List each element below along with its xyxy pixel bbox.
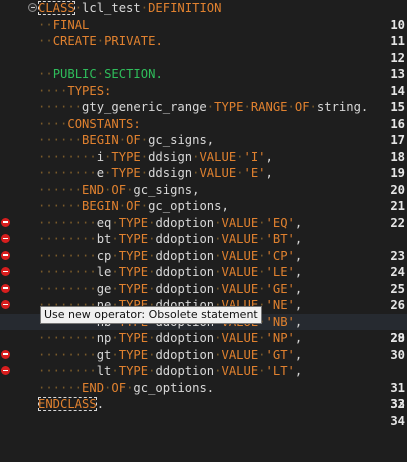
error-marker-icon[interactable] <box>1 283 10 293</box>
code-text: ········le·TYPE·ddoption·VALUE·'LE', <box>38 265 303 279</box>
code-text: ······gty_generic_range·TYPE·RANGE·OF·st… <box>38 100 369 114</box>
code-text: ········np·TYPE·ddoption·VALUE·'NP', <box>38 331 303 345</box>
code-line[interactable]: 21 ······END·OF·gc_signs, <box>0 182 407 214</box>
code-text: ········i·TYPE·ddsign·VALUE·'I', <box>38 149 273 164</box>
code-line[interactable]: 23 ········eq·TYPE·ddoption·VALUE·'EQ', <box>0 215 407 263</box>
code-line[interactable]: 17 ····CONSTANTS: <box>0 116 407 148</box>
code-line[interactable]: 30 ········np·TYPE·ddoption·VALUE·'NP', <box>0 330 407 362</box>
code-text: ········lt·TYPE·ddoption·VALUE·'LT', <box>38 364 303 378</box>
code-line[interactable]: 20 ········e·TYPE·ddsign·VALUE·'E', <box>0 165 407 197</box>
code-text: ······END·OF·gc_signs, <box>38 182 200 197</box>
code-text: ··PUBLIC·SECTION. <box>38 67 163 81</box>
code-text: ········ge·TYPE·ddoption·VALUE·'GE', <box>38 281 303 296</box>
code-line[interactable]: 14 ··PUBLIC·SECTION. <box>0 66 407 98</box>
code-text: ENDCLASS. <box>38 397 105 411</box>
code-text: ··CREATE·PRIVATE. <box>38 34 163 48</box>
code-line[interactable]: 34 ENDCLASS. <box>0 396 407 428</box>
code-line[interactable]: 10 CLASS·lcl_test·DEFINITION <box>0 0 407 32</box>
error-marker-icon[interactable] <box>1 234 10 243</box>
error-marker-icon[interactable] <box>1 267 10 276</box>
code-line[interactable]: 31 ········gt·TYPE·ddoption·VALUE·'GT', <box>0 347 407 395</box>
code-line[interactable]: 11 ··FINAL <box>0 17 407 49</box>
code-text: ······BEGIN·OF·gc_options, <box>38 199 229 213</box>
code-text: ········cp·TYPE·ddoption·VALUE·'CP', <box>38 248 303 263</box>
code-text: ····TYPES: <box>38 83 112 98</box>
code-line[interactable]: 15 ····TYPES: <box>0 83 407 115</box>
code-text: ······BEGIN·OF·gc_signs, <box>38 133 215 147</box>
code-text: ······END·OF·gc_options. <box>38 380 215 395</box>
error-marker-icon[interactable] <box>1 217 10 227</box>
code-line[interactable]: 12 ··CREATE·PRIVATE. <box>0 33 407 65</box>
code-editor[interactable]: 10 CLASS·lcl_test·DEFINITION 11 ··FINAL … <box>0 0 407 429</box>
code-text: ··FINAL <box>38 17 90 32</box>
error-marker-icon[interactable] <box>1 349 10 359</box>
code-line[interactable]: 33 ······END·OF·gc_options. <box>0 380 407 412</box>
code-line[interactable]: 19 ········i·TYPE·ddsign·VALUE·'I', <box>0 149 407 181</box>
error-marker-icon[interactable] <box>1 366 10 375</box>
code-text: ········bt·TYPE·ddoption·VALUE·'BT', <box>38 232 303 246</box>
code-line[interactable]: 16 ······gty_generic_range·TYPE·RANGE·OF… <box>0 99 407 131</box>
code-text: ········eq·TYPE·ddoption·VALUE·'EQ', <box>38 215 303 230</box>
code-line[interactable]: 22 ······BEGIN·OF·gc_options, <box>0 198 407 230</box>
fold-collapse-icon[interactable] <box>28 3 37 12</box>
code-text: ········e·TYPE·ddsign·VALUE·'E', <box>38 166 273 180</box>
hover-tooltip: Use new operator: Obsolete statement <box>40 306 262 324</box>
code-text: ····CONSTANTS: <box>38 116 141 131</box>
code-line[interactable]: 32 ········lt·TYPE·ddoption·VALUE·'LT', <box>0 363 407 411</box>
line-number: 34 <box>390 413 405 428</box>
code-line[interactable]: 27 ········ge·TYPE·ddoption·VALUE·'GE', <box>0 281 407 329</box>
error-marker-icon[interactable] <box>1 300 10 309</box>
code-line[interactable]: 26 ········le·TYPE·ddoption·VALUE·'LE', <box>0 264 407 312</box>
code-text: CLASS·lcl_test·DEFINITION <box>38 1 222 15</box>
code-line[interactable]: 24 ········bt·TYPE·ddoption·VALUE·'BT', <box>0 231 407 279</box>
code-line[interactable]: 13 <box>0 50 407 81</box>
code-text: ········gt·TYPE·ddoption·VALUE·'GT', <box>38 347 303 362</box>
code-line[interactable]: 25 ········cp·TYPE·ddoption·VALUE·'CP', <box>0 248 407 296</box>
code-line[interactable]: 18 ······BEGIN·OF·gc_signs, <box>0 132 407 164</box>
error-marker-icon[interactable] <box>1 250 10 260</box>
